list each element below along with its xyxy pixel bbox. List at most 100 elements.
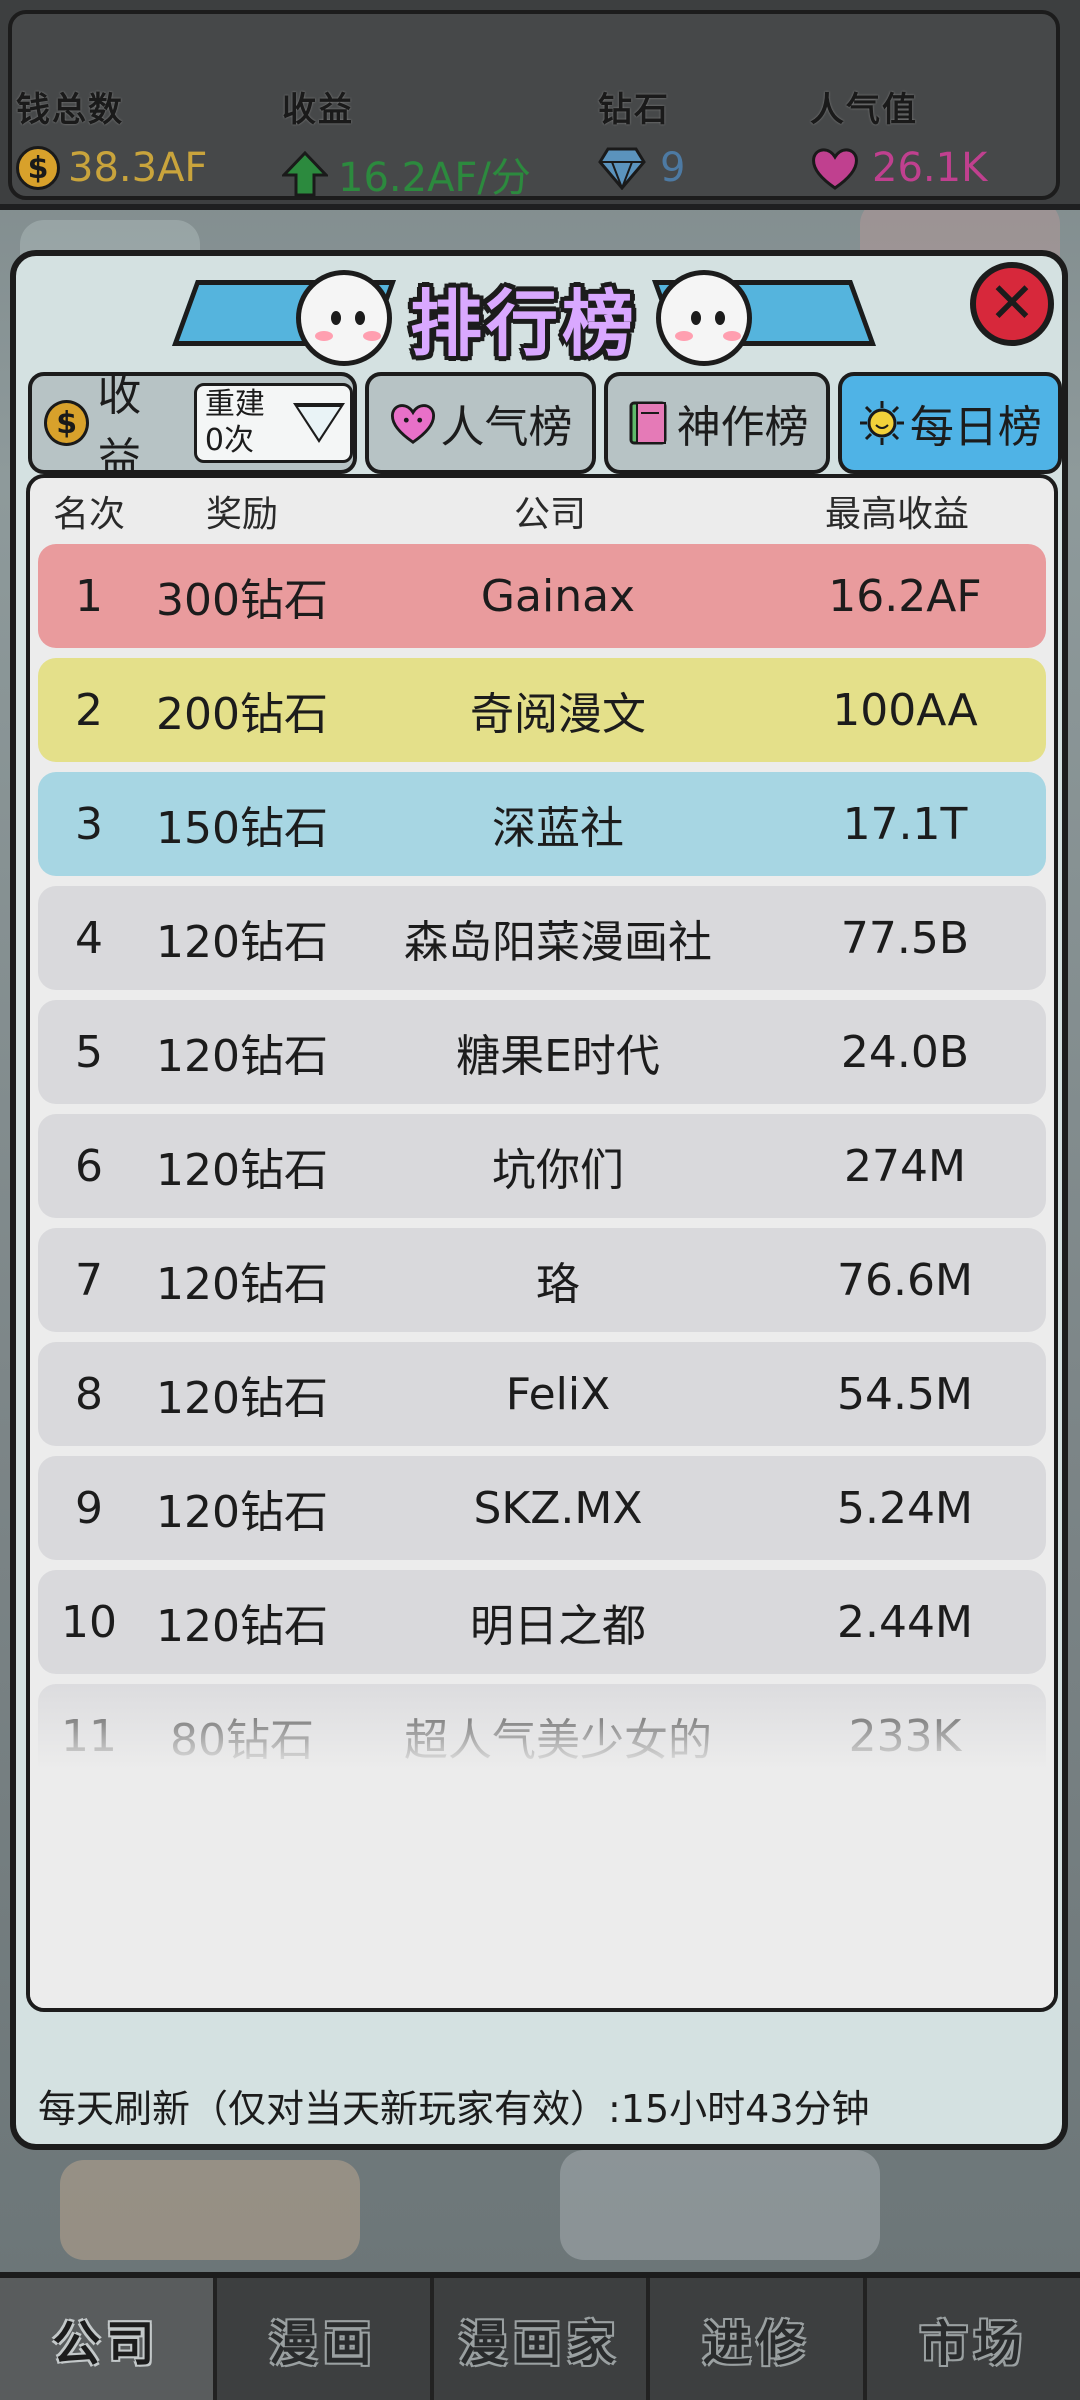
table-row[interactable]: 3 150钻石 深蓝社 17.1T [38,772,1046,876]
reward-cell: 200钻石 [156,689,328,740]
company-cell: 坑你们 [492,1145,624,1196]
tab-masterpiece[interactable]: 神作榜 [603,372,830,474]
leaderboard-dialog: 排行榜 ✕ $ 收益 重建 0次 人气榜 神作榜 每日榜 名次 奖励 公司 最高… [10,250,1068,2150]
leaderboard-table[interactable]: 名次 奖励 公司 最高收益 1 300钻石 Gainax 16.2AF 2 200钻石 奇阅… [26,474,1058,2012]
tab-popularity[interactable]: 人气榜 [365,372,596,474]
background-decoration [60,2160,360,2260]
reward-cell: 120钻石 [156,1601,328,1652]
company-cell: 奇阅漫文 [470,689,646,740]
resource-bar: 钱总数 $ 38.3AF 收益 16.2AF/分 钻石 9 人气值 26.1K [0,0,1080,210]
company-cell: 糖果E时代 [456,1031,660,1082]
nav-item-2[interactable]: 漫画家 [434,2278,651,2400]
rank-cell: 10 [61,1596,117,1648]
rank-cell: 2 [75,684,103,736]
reward-cell: 120钻石 [156,917,328,968]
nav-item-label: 市场 [919,2316,1028,2372]
heart-icon [812,148,858,190]
max-income-cell: 24.0B [840,1026,970,1078]
title-plate: 排行榜 [374,262,674,372]
table-row[interactable]: 2 200钻石 奇阅漫文 100AA [38,658,1046,762]
rank-cell: 8 [75,1368,103,1420]
background-decoration [560,2150,880,2260]
table-row[interactable]: 5 120钻石 糖果E时代 24.0B [38,1000,1046,1104]
rank-cell: 3 [75,798,103,850]
company-cell: 明日之都 [470,1601,646,1652]
table-header: 名次 奖励 公司 最高收益 [30,478,1054,544]
list-fade-overlay [30,1668,1054,2008]
money-label: 钱总数 [16,90,124,130]
rank-cell: 7 [75,1254,103,1306]
reward-cell: 120钻石 [156,1259,328,1310]
nav-item-label: 漫画家 [458,2316,621,2372]
max-income-cell: 5.24M [837,1482,973,1534]
money-stat: 钱总数 $ 38.3AF [16,82,207,191]
tab-income[interactable]: $ 收益 重建 0次 [28,370,358,485]
rebuild-count: 0次 [204,423,254,458]
nav-item-4[interactable]: 市场 [867,2278,1080,2400]
rank-cell: 6 [75,1140,103,1192]
column-header-reward: 奖励 [205,494,278,535]
income-label: 收益 [282,90,354,130]
dropdown-triangle-icon [292,403,345,443]
heart-icon [390,404,435,444]
column-header-max-income: 最高收益 [824,494,969,535]
table-row[interactable]: 7 120钻石 珞 76.6M [38,1228,1046,1332]
close-button[interactable]: ✕ [970,262,1054,346]
table-row[interactable]: 4 120钻石 森岛阳菜漫画社 77.5B [38,886,1046,990]
max-income-cell: 274M [844,1140,966,1192]
tab-masterpiece-label: 神作榜 [676,402,809,453]
table-row[interactable]: 8 120钻石 FeliX 54.5M [38,1342,1046,1446]
max-income-cell: 76.6M [837,1254,973,1306]
reward-cell: 120钻石 [156,1373,328,1424]
nav-item-label: 进修 [702,2316,811,2372]
table-row[interactable]: 1 300钻石 Gainax 16.2AF [38,544,1046,648]
coin-icon: $ [44,400,90,446]
reward-cell: 120钻石 [156,1031,328,1082]
tab-income-label: 收益 [97,370,142,485]
column-header-company: 公司 [513,494,586,535]
table-row[interactable]: 10 120钻石 明日之都 2.44M [38,1570,1046,1674]
rebuild-label: 重建 [204,387,265,422]
reward-cell: 300钻石 [156,575,328,626]
leaderboard-tabs: $ 收益 重建 0次 人气榜 神作榜 每日榜 [28,370,1062,485]
max-income-cell: 100AA [832,684,978,736]
bottom-navigation: 公司 漫画 漫画家 进修 市场 [0,2272,1080,2400]
nav-item-label: 漫画 [269,2316,378,2372]
diamond-label: 钻石 [598,90,670,130]
tab-daily[interactable]: 每日榜 [837,372,1062,474]
income-value: 16.2AF/分 [338,155,531,201]
max-income-cell: 2.44M [837,1596,973,1648]
sun-icon [859,401,904,445]
rank-cell: 5 [75,1026,103,1078]
nav-item-3[interactable]: 进修 [650,2278,868,2400]
reward-cell: 150钻石 [156,803,328,854]
tab-daily-label: 每日榜 [909,402,1042,453]
table-row[interactable]: 6 120钻石 坑你们 274M [38,1114,1046,1218]
popularity-value: 26.1K [872,145,988,191]
rebuild-count-dropdown[interactable]: 重建 0次 [193,383,354,463]
rank-cell: 4 [75,912,103,964]
diamond-stat: 钻石 9 [598,82,685,191]
popularity-label: 人气值 [810,90,918,130]
company-cell: 森岛阳菜漫画社 [404,917,712,968]
refresh-countdown-note: 每天刷新（仅对当天新玩家有效）:15小时43分钟 [38,2087,870,2131]
reward-cell: 120钻石 [156,1487,328,1538]
max-income-cell: 77.5B [840,912,970,964]
company-cell: SKZ.MX [473,1482,643,1534]
money-value: 38.3AF [68,145,208,191]
max-income-cell: 17.1T [842,798,968,850]
column-header-rank: 名次 [52,494,125,535]
up-arrow-icon [282,151,328,197]
book-icon [629,401,667,445]
nav-item-0[interactable]: 公司 [0,2278,217,2400]
income-stat: 收益 16.2AF/分 [282,82,531,203]
nav-item-label: 公司 [52,2316,161,2372]
rank-cell: 9 [75,1482,103,1534]
nav-item-1[interactable]: 漫画 [217,2278,434,2400]
max-income-cell: 16.2AF [828,570,982,622]
popularity-stat: 人气值 26.1K [810,82,987,191]
tab-popularity-label: 人气榜 [440,402,573,453]
table-row[interactable]: 9 120钻石 SKZ.MX 5.24M [38,1456,1046,1560]
reward-cell: 120钻石 [156,1145,328,1196]
rank-cell: 1 [75,570,103,622]
